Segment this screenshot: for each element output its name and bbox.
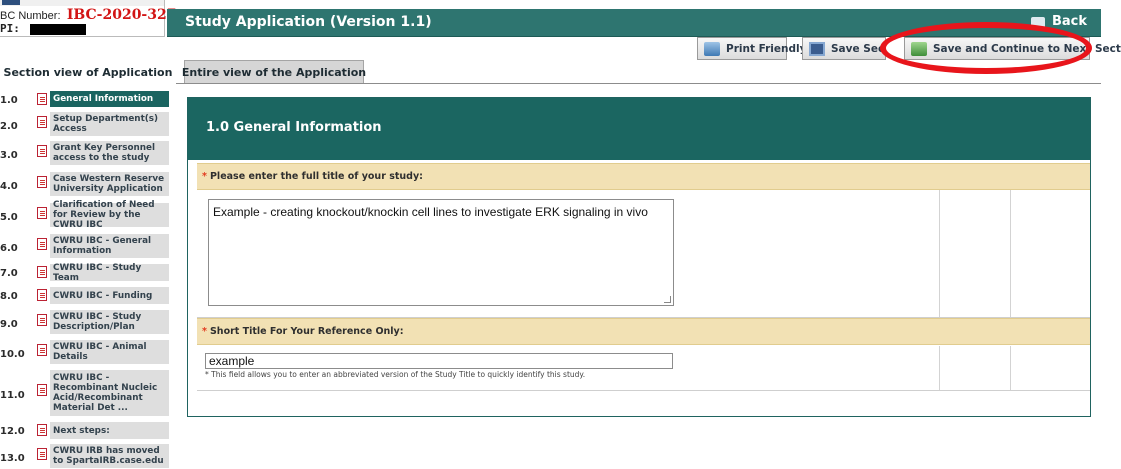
top-strip	[0, 0, 164, 6]
sidebar-item-label: CWRU IBC - Study Description/Plan	[50, 310, 169, 334]
tab-divider	[176, 83, 1101, 84]
page-title: Study Application (Version 1.1)	[185, 14, 432, 30]
question-study-title-text: Please enter the full title of your stud…	[209, 171, 423, 182]
short-title-help-text: * This field allows you to enter an abbr…	[205, 370, 586, 379]
sidebar-item-number: 10.0	[0, 349, 25, 360]
sidebar-item-number: 11.0	[0, 390, 25, 401]
resize-handle[interactable]	[664, 296, 671, 303]
answer-study-title-row: Example - creating knockout/knockin cell…	[197, 190, 1090, 318]
pi-label: PI:	[0, 22, 20, 35]
printer-icon	[704, 41, 720, 56]
question-short-title-bar: * Short Title For Your Reference Only:	[197, 318, 1090, 345]
question-study-title-label: * Please enter the full title of your stu…	[202, 171, 423, 182]
document-icon	[37, 344, 47, 356]
back-link[interactable]: Back	[1052, 14, 1087, 29]
study-title-value: Example - creating knockout/knockin cell…	[213, 205, 648, 219]
ibc-number-label: BC Number:	[0, 10, 61, 22]
document-icon	[37, 176, 47, 188]
annotation-circle	[880, 22, 1092, 74]
tab-entire-view[interactable]: Entire view of the Application	[182, 60, 366, 84]
print-friendly-button[interactable]: Print Friendly	[697, 37, 806, 60]
ibc-number-row: BC Number: IBC-2020-327	[0, 7, 176, 23]
sidebar-item-label: General Information	[50, 91, 169, 107]
column-divider	[939, 346, 940, 390]
column-divider	[1010, 190, 1011, 317]
sidebar-item-label: Clarification of Need for Review by the …	[50, 200, 169, 230]
document-icon	[37, 314, 47, 326]
document-icon	[37, 207, 47, 219]
document-icon	[37, 289, 47, 301]
study-info-box: BC Number: IBC-2020-327 PI:	[0, 0, 176, 37]
section-panel: 1.0 General Information * Please enter th…	[187, 97, 1091, 417]
sidebar-item-number: 13.0	[0, 453, 25, 464]
sidebar-item-label: CWRU IBC - General Information	[50, 234, 169, 258]
sidebar-item-label: CWRU IBC - Study Team	[50, 263, 169, 283]
sidebar-item-number: 3.0	[0, 150, 18, 161]
sidebar-item-label: CWRU IBC - Recombinant Nucleic Acid/Reco…	[50, 370, 169, 416]
study-title-textarea[interactable]: Example - creating knockout/knockin cell…	[208, 199, 674, 306]
document-icon	[37, 145, 47, 157]
print-friendly-label: Print Friendly	[726, 42, 807, 55]
sidebar-item-number: 6.0	[0, 243, 18, 254]
ibc-number-value: IBC-2020-327	[66, 7, 177, 23]
save-section-label: Save Section	[831, 42, 885, 55]
sidebar-item-number: 12.0	[0, 426, 25, 437]
section-title: 1.0 General Information	[206, 120, 382, 135]
sidebar-item-number: 5.0	[0, 212, 18, 223]
column-divider	[939, 190, 940, 317]
save-disk-icon	[809, 41, 825, 56]
tab-section-view[interactable]: Section view of Application	[0, 60, 176, 84]
short-title-input[interactable]: example	[205, 353, 673, 369]
document-icon	[37, 238, 47, 250]
document-icon	[37, 384, 47, 396]
sidebar-item-label: Setup Department(s) Access	[50, 112, 169, 136]
sidebar-item-number: 1.0	[0, 95, 18, 106]
sidebar-item-label: Case Western Reserve University Applicat…	[50, 172, 169, 196]
sidebar-item-label: Next steps:	[50, 422, 169, 439]
sidebar-item-number: 8.0	[0, 291, 18, 302]
sidebar-item-label: CWRU IBC - Animal Details	[50, 340, 169, 364]
document-icon	[37, 266, 47, 278]
question-short-title-text: Short Title For Your Reference Only:	[209, 326, 404, 337]
question-short-title-label: * Short Title For Your Reference Only:	[202, 326, 404, 337]
sidebar-item-number: 2.0	[0, 121, 18, 132]
section-header: 1.0 General Information	[188, 98, 1090, 160]
logo-fragment	[2, 0, 20, 5]
document-icon	[37, 116, 47, 128]
answer-short-title-row: example * This field allows you to enter…	[197, 346, 1090, 391]
column-divider	[1010, 346, 1011, 390]
sidebar-item-label: Grant Key Personnel access to the study	[50, 141, 169, 165]
pi-name-redacted	[30, 24, 86, 35]
required-marker: *	[202, 326, 207, 337]
required-marker: *	[202, 171, 207, 182]
sidebar-item-number: 7.0	[0, 268, 18, 279]
sidebar-item-label: CWRU IBC - Funding	[50, 287, 169, 304]
question-study-title-bar: * Please enter the full title of your stu…	[197, 163, 1090, 190]
sidebar-item-number: 4.0	[0, 181, 18, 192]
document-icon	[37, 448, 47, 460]
sidebar-item-number: 9.0	[0, 319, 18, 330]
document-icon	[37, 93, 47, 105]
sidebar-item-label: CWRU IRB has moved to SpartaIRB.case.edu	[50, 444, 169, 468]
save-section-button[interactable]: Save Section	[802, 37, 886, 60]
document-icon	[37, 424, 47, 436]
